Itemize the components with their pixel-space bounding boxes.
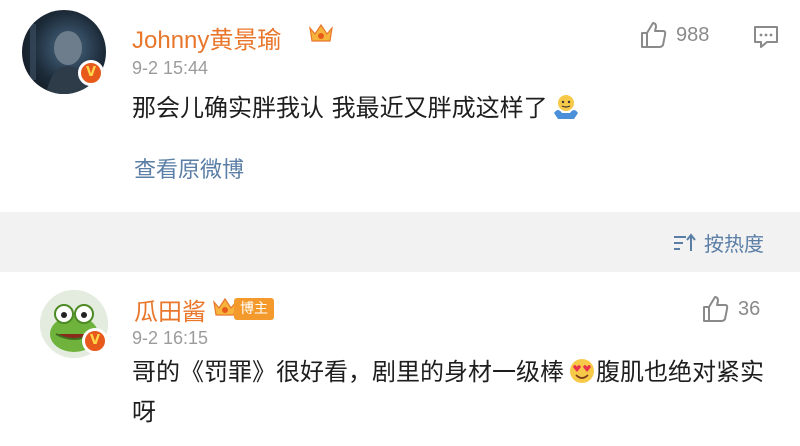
sort-icon	[674, 232, 696, 251]
sort-by-popularity-button[interactable]: 按热度	[672, 228, 764, 257]
post-author-badge: 博主	[234, 298, 274, 320]
thumbs-up-icon	[703, 296, 729, 322]
comment-text: 哥的《罚罪》很好看，剧里的身材一级棒 腹肌也绝对紧实呀	[132, 352, 772, 432]
comment-body: 哥的《罚罪》很好看，剧里的身材一级棒	[132, 358, 564, 386]
sort-label: 按热度	[704, 232, 764, 256]
heart-eyes-emoji-icon	[570, 359, 594, 383]
comment-timestamp: 9-2 16:15	[132, 328, 209, 348]
like-button[interactable]: 36	[700, 294, 760, 324]
verified-badge-icon: V	[78, 60, 104, 86]
comment-username[interactable]: 瓜田酱	[134, 292, 206, 327]
like-button[interactable]: 988	[638, 20, 709, 50]
like-count: 988	[676, 23, 710, 46]
comment-text: 那会儿确实胖我认 我最近又胖成这样了	[132, 88, 580, 128]
verified-badge-icon: V	[82, 328, 108, 354]
crown-icon	[309, 23, 333, 42]
view-original-post-link[interactable]: 查看原微博	[134, 152, 244, 184]
reply-comment-icon[interactable]	[752, 24, 780, 50]
comment-username[interactable]: Johnny黄景瑜	[132, 20, 281, 55]
comment-timestamp: 9-2 15:44	[132, 58, 209, 78]
shrug-emoji-icon	[553, 95, 578, 119]
comment-body: 那会儿确实胖我认 我最近又胖成这样了	[132, 94, 548, 122]
thumbs-up-icon	[641, 22, 667, 48]
like-count: 36	[738, 297, 761, 320]
